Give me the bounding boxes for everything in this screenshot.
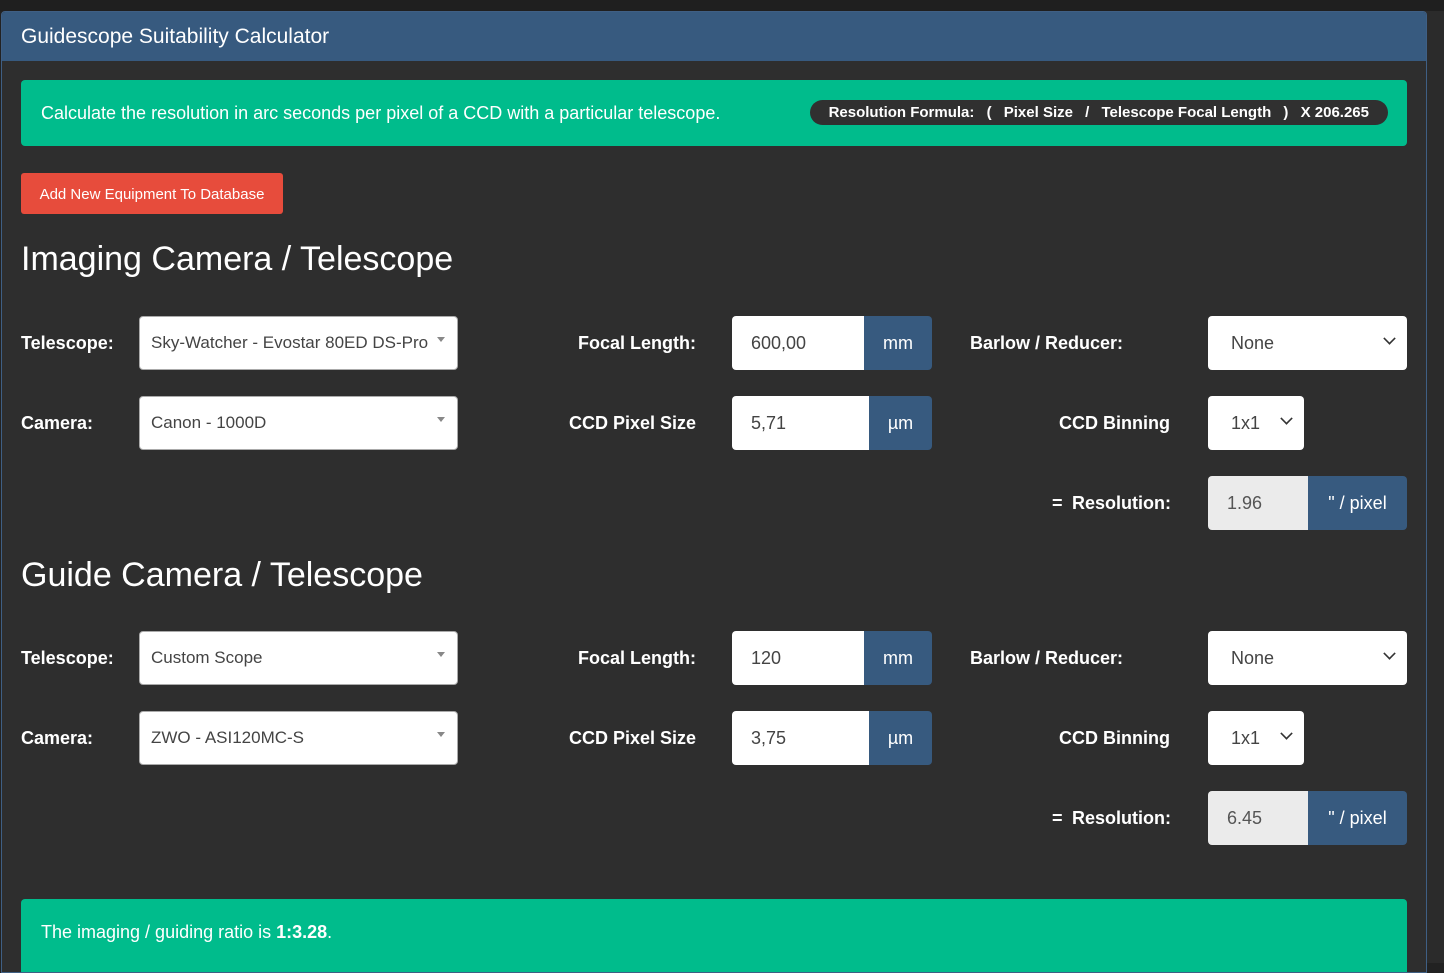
imaging-focal-group: 600,00 mm <box>732 316 932 370</box>
guide-pixel-unit: µm <box>869 711 932 765</box>
imaging-pixel-label: CCD Pixel Size <box>568 413 696 433</box>
imaging-binning-select[interactable]: 1x1 <box>1208 396 1304 450</box>
guide-telescope-value: Custom Scope <box>151 648 263 667</box>
guide-resolution-label: Resolution: <box>1072 808 1171 828</box>
dropdown-arrow-icon <box>437 417 445 422</box>
imaging-resolution-unit: " / pixel <box>1308 476 1407 530</box>
imaging-resolution-label: Resolution: <box>1072 493 1171 513</box>
dropdown-arrow-icon <box>437 337 445 342</box>
chevron-down-icon <box>1280 727 1293 740</box>
info-description: Calculate the resolution in arc seconds … <box>41 103 721 123</box>
guide-camera-label: Camera: <box>21 728 94 748</box>
guide-section-title: Guide Camera / Telescope <box>21 556 423 594</box>
imaging-pixel-unit: µm <box>869 396 932 450</box>
ratio-prefix: The imaging / guiding ratio is <box>41 922 277 942</box>
scrollbar[interactable] <box>1425 11 1444 963</box>
imaging-section-title: Imaging Camera / Telescope <box>21 240 454 278</box>
formula-close: ) <box>1283 104 1289 121</box>
window-top-bar <box>0 0 1444 11</box>
formula-divider: / <box>1085 104 1090 121</box>
add-equipment-button[interactable]: Add New Equipment To Database <box>21 173 283 214</box>
guide-focal-input[interactable]: 120 <box>732 631 864 685</box>
dropdown-arrow-icon <box>437 732 445 737</box>
guide-pixel-group: 3,75 µm <box>732 711 932 765</box>
dropdown-arrow-icon <box>437 652 445 657</box>
imaging-focal-unit: mm <box>864 316 932 370</box>
formula-term-focal-length: Telescope Focal Length <box>1101 104 1272 121</box>
imaging-barlow-value: None <box>1231 333 1275 353</box>
guide-pixel-label: CCD Pixel Size <box>568 728 696 748</box>
imaging-focal-label: Focal Length: <box>578 333 696 353</box>
guide-focal-unit: mm <box>864 631 932 685</box>
chevron-down-icon <box>1383 647 1396 660</box>
imaging-pixel-input[interactable]: 5,71 <box>732 396 869 450</box>
guide-resolution-group: 6.45 " / pixel <box>1208 791 1407 845</box>
guide-equals-sign: = <box>1052 808 1063 828</box>
guide-binning-value: 1x1 <box>1231 728 1261 748</box>
imaging-resolution-group: 1.96 " / pixel <box>1208 476 1407 530</box>
imaging-camera-select[interactable]: Canon - 1000D <box>139 396 458 450</box>
formula-term-pixel-size: Pixel Size <box>1003 104 1073 121</box>
ratio-suffix: . <box>327 922 333 942</box>
formula-badge: Resolution Formula: ( Pixel Size / Teles… <box>809 100 1388 125</box>
guide-barlow-select[interactable]: None <box>1208 631 1407 685</box>
formula-label: Resolution Formula: <box>828 104 975 121</box>
imaging-pixel-group: 5,71 µm <box>732 396 932 450</box>
imaging-camera-value: Canon - 1000D <box>151 413 267 432</box>
chevron-down-icon <box>1280 412 1293 425</box>
guide-resolution-output: 6.45 <box>1208 791 1308 845</box>
imaging-resolution-output: 1.96 <box>1208 476 1308 530</box>
guide-binning-select[interactable]: 1x1 <box>1208 711 1304 765</box>
guide-telescope-select[interactable]: Custom Scope <box>139 631 458 685</box>
guide-binning-label: CCD Binning <box>1059 728 1170 748</box>
imaging-camera-label: Camera: <box>21 413 94 433</box>
guide-camera-select[interactable]: ZWO - ASI120MC-S <box>139 711 458 765</box>
imaging-telescope-label: Telescope: <box>21 333 114 353</box>
guide-barlow-label: Barlow / Reducer: <box>970 648 1124 668</box>
guide-resolution-unit: " / pixel <box>1308 791 1407 845</box>
imaging-binning-label: CCD Binning <box>1059 413 1170 433</box>
imaging-barlow-select[interactable]: None <box>1208 316 1407 370</box>
guide-telescope-label: Telescope: <box>21 648 114 668</box>
guide-barlow-value: None <box>1231 648 1275 668</box>
formula-open: ( <box>986 104 992 121</box>
imaging-focal-input[interactable]: 600,00 <box>732 316 864 370</box>
ratio-value: 1:3.28 <box>276 922 328 942</box>
imaging-telescope-value: Sky-Watcher - Evostar 80ED DS-Pro <box>151 333 429 352</box>
guide-focal-group: 120 mm <box>732 631 932 685</box>
calculator-panel: Guidescope Suitability Calculator Calcul… <box>1 11 1427 973</box>
imaging-equals-sign: = <box>1052 493 1063 513</box>
imaging-barlow-label: Barlow / Reducer: <box>970 333 1124 353</box>
imaging-binning-value: 1x1 <box>1231 413 1261 433</box>
ratio-result-alert: The imaging / guiding ratio is 1:3.28. <box>21 899 1407 972</box>
imaging-telescope-select[interactable]: Sky-Watcher - Evostar 80ED DS-Pro <box>139 316 458 370</box>
guide-focal-label: Focal Length: <box>578 648 696 668</box>
chevron-down-icon <box>1383 332 1396 345</box>
info-alert: Calculate the resolution in arc seconds … <box>21 80 1407 146</box>
guide-camera-value: ZWO - ASI120MC-S <box>151 728 305 747</box>
formula-multiplier: X 206.265 <box>1300 104 1369 121</box>
guide-pixel-input[interactable]: 3,75 <box>732 711 869 765</box>
panel-title: Guidescope Suitability Calculator <box>2 12 1426 61</box>
